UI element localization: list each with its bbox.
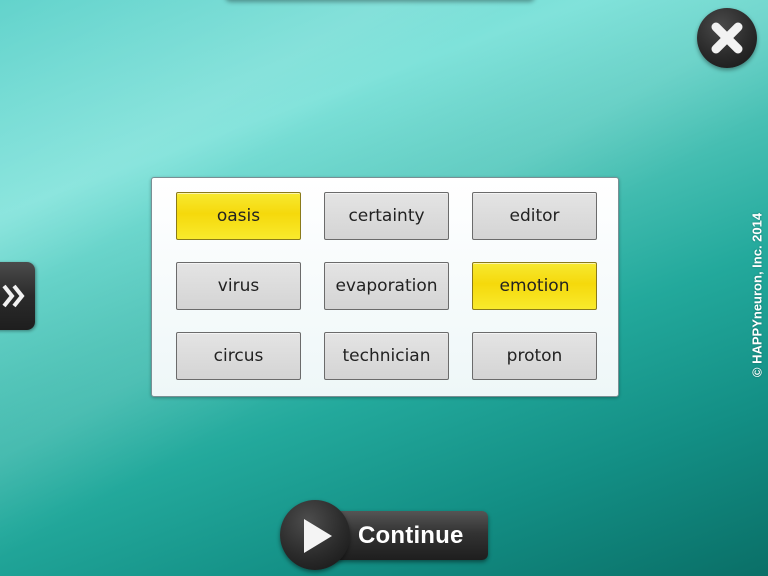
word-grid: oasis certainty editor virus evaporation… [176, 192, 597, 380]
continue-circle [280, 500, 350, 570]
word-button[interactable]: virus [176, 262, 301, 310]
close-icon [711, 22, 743, 54]
double-chevron-right-icon [2, 284, 25, 308]
word-button[interactable]: emotion [472, 262, 597, 310]
continue-button[interactable]: Continue [280, 500, 490, 572]
copyright-notice: © HAPPYneuron, Inc. 2014 [749, 212, 765, 378]
word-panel: oasis certainty editor virus evaporation… [151, 177, 619, 397]
word-button[interactable]: oasis [176, 192, 301, 240]
word-button[interactable]: technician [324, 332, 449, 380]
side-panel-toggle[interactable] [0, 262, 35, 330]
word-button[interactable]: editor [472, 192, 597, 240]
word-button[interactable]: proton [472, 332, 597, 380]
close-button[interactable] [697, 8, 757, 68]
continue-label: Continue [358, 522, 464, 549]
word-button[interactable]: circus [176, 332, 301, 380]
play-icon [304, 519, 332, 553]
word-button[interactable]: evaporation [324, 262, 449, 310]
word-button[interactable]: certainty [324, 192, 449, 240]
